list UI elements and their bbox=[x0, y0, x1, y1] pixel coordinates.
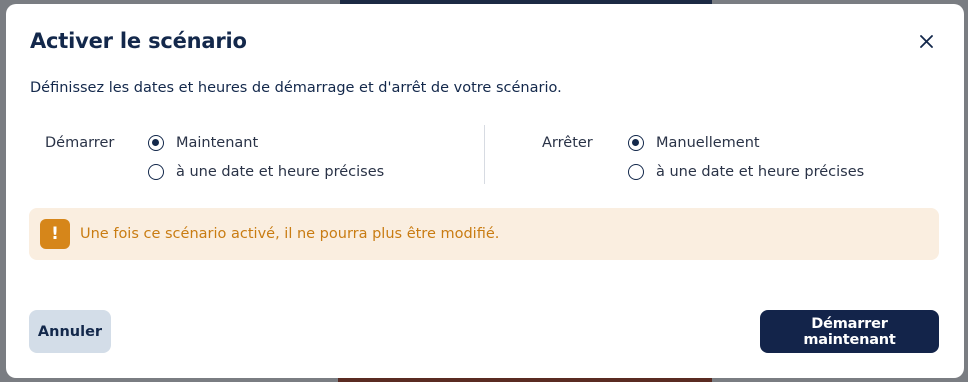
radio-unchecked-icon[interactable] bbox=[148, 164, 164, 180]
section-divider bbox=[484, 125, 485, 184]
stop-option-manual[interactable]: Manuellement bbox=[628, 135, 760, 151]
radio-checked-icon[interactable] bbox=[148, 135, 164, 151]
start-label: Démarrer bbox=[45, 135, 115, 151]
cancel-button[interactable]: Annuler bbox=[29, 310, 111, 353]
warning-text: Une fois ce scénario activé, il ne pourr… bbox=[80, 226, 500, 242]
exclamation-icon: ! bbox=[40, 219, 70, 249]
close-icon bbox=[919, 34, 933, 48]
stop-option-datetime-label: à une date et heure précises bbox=[656, 164, 865, 180]
start-now-button[interactable]: Démarrer maintenant bbox=[760, 310, 939, 353]
activate-scenario-dialog: Activer le scénario Définissez les dates… bbox=[6, 4, 964, 378]
radio-checked-icon[interactable] bbox=[628, 135, 644, 151]
dialog-title: Activer le scénario bbox=[30, 29, 247, 53]
stop-label: Arrêter bbox=[542, 135, 593, 151]
stop-option-manual-label: Manuellement bbox=[656, 135, 760, 151]
dialog-description: Définissez les dates et heures de démarr… bbox=[30, 80, 562, 96]
start-option-datetime-label: à une date et heure précises bbox=[176, 164, 385, 180]
start-option-now[interactable]: Maintenant bbox=[148, 135, 258, 151]
start-option-datetime[interactable]: à une date et heure précises bbox=[148, 164, 384, 180]
start-option-now-label: Maintenant bbox=[176, 135, 259, 151]
radio-unchecked-icon[interactable] bbox=[628, 164, 644, 180]
close-button[interactable] bbox=[914, 29, 938, 53]
stop-option-datetime[interactable]: à une date et heure précises bbox=[628, 164, 864, 180]
warning-banner: ! Une fois ce scénario activé, il ne pou… bbox=[29, 208, 939, 260]
